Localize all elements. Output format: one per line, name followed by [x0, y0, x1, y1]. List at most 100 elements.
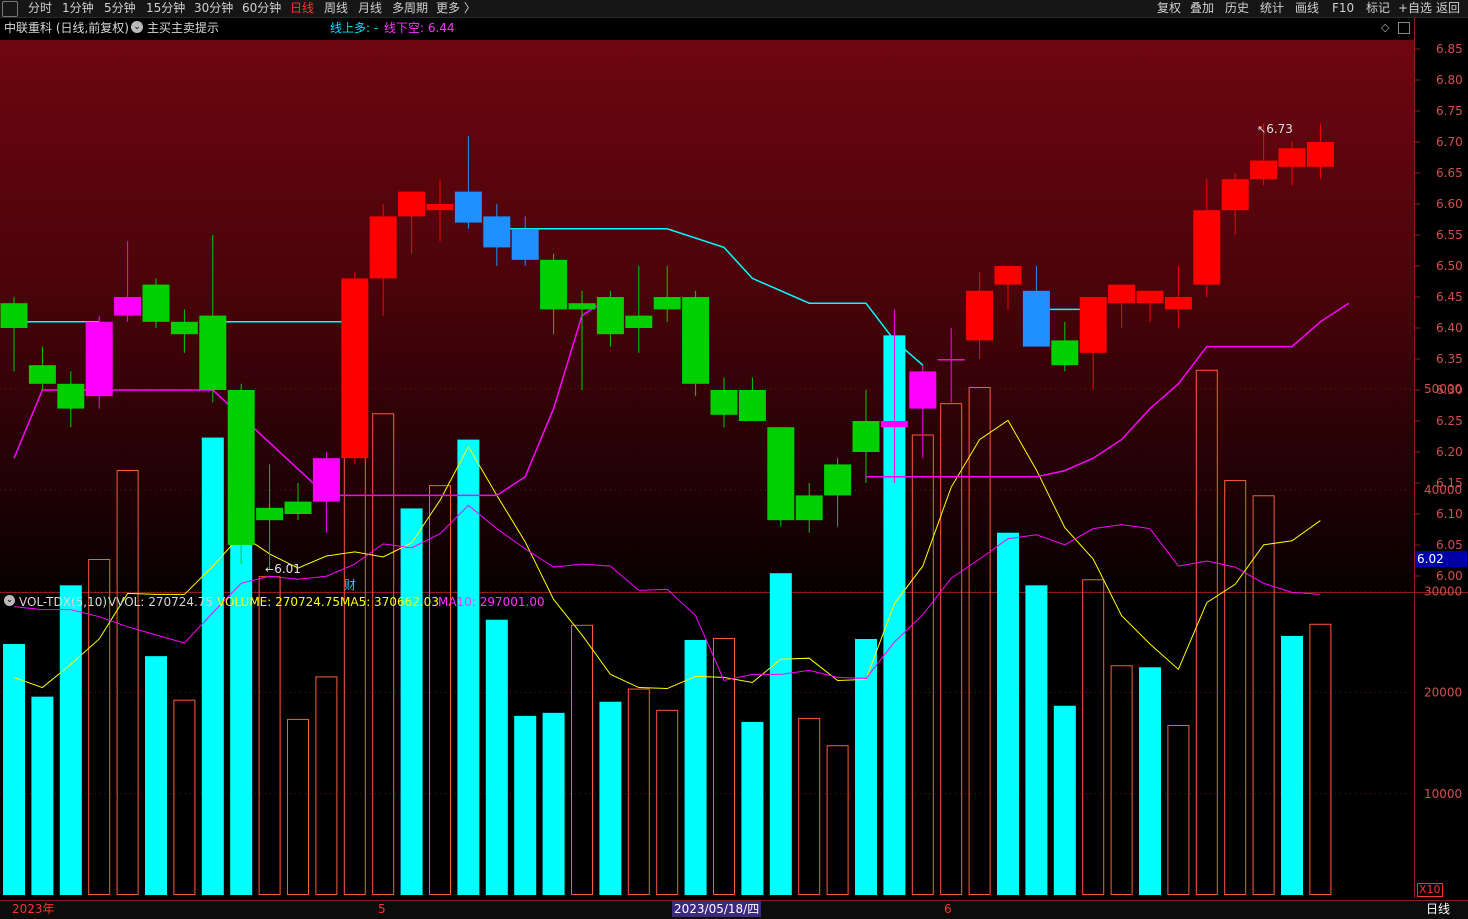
volume-bar	[911, 434, 934, 895]
candle-body	[909, 371, 937, 409]
period-label[interactable]: 日线	[1426, 901, 1450, 917]
volume-bar	[656, 709, 679, 896]
volume-tick-label: 10000	[1424, 787, 1462, 801]
volume-tick-label: 20000	[1424, 686, 1462, 700]
candle-body	[824, 464, 852, 496]
price-tick-label: 6.55	[1436, 228, 1463, 242]
volume-bar	[627, 688, 650, 895]
candle-body	[511, 228, 539, 260]
candle-body	[1051, 340, 1079, 366]
volume-bar	[968, 386, 991, 895]
candle-body	[625, 315, 653, 328]
volume-toggle-icon[interactable]: ⌄	[4, 595, 15, 606]
volume-bar	[514, 715, 537, 895]
volume-bar	[400, 508, 423, 895]
candle-body	[114, 297, 142, 316]
indicator-label[interactable]: 主买主卖提示	[147, 20, 219, 36]
candle-body	[1278, 148, 1306, 167]
volume-bar	[3, 644, 25, 895]
candle-body	[880, 421, 908, 428]
volume-bar	[855, 638, 877, 895]
candle-body	[199, 315, 227, 390]
volume-indicator-name[interactable]: VOL-TDX(5,10)	[19, 594, 107, 610]
candle-body	[1164, 297, 1192, 310]
high-price-label: ↖6.73	[1257, 122, 1293, 136]
candle-body	[341, 278, 369, 459]
price-tick-label: 6.45	[1436, 290, 1463, 304]
candle-body	[540, 259, 568, 310]
volume-bar	[1025, 585, 1048, 895]
candle-body	[653, 297, 681, 310]
volume-bar	[201, 437, 224, 895]
collapse-panel-icon[interactable]: ◇	[1381, 20, 1389, 36]
volume-bar	[769, 573, 792, 895]
volume-bar	[826, 745, 849, 895]
volume-bar	[1195, 369, 1218, 896]
candle-body	[170, 321, 198, 335]
candle-body	[483, 216, 511, 248]
low-price-label: ←6.01	[265, 562, 301, 576]
volume-value: VOLUME: 270724.75	[217, 595, 340, 609]
line-down-label: 线下空: 6.44	[384, 21, 455, 35]
volume-bar	[457, 439, 480, 895]
finance-marker[interactable]: 财	[344, 577, 356, 593]
volume-tick-label: 50000	[1424, 382, 1462, 396]
candle-body	[454, 191, 482, 223]
volume-bar	[1110, 665, 1133, 895]
volume-bar	[315, 676, 338, 896]
candle-body	[227, 390, 255, 545]
price-tick-label: 6.10	[1436, 507, 1463, 521]
axis-month-may: 5	[378, 902, 386, 916]
price-tick-label: 6.60	[1436, 197, 1463, 211]
price-tick-label: 6.35	[1436, 352, 1463, 366]
price-volume-chart[interactable]: 6.85 6.80 6.75 6.70 6.65 6.60 6.55 6.50 6.45 6.40…	[0, 0, 1468, 918]
panel-settings-icon[interactable]	[1398, 22, 1410, 34]
candle-body	[142, 284, 170, 322]
volume-bar	[59, 585, 82, 895]
candle-body	[852, 421, 880, 452]
volume-bar	[798, 717, 821, 896]
volume-bar	[1139, 667, 1161, 895]
candle-body	[256, 507, 284, 521]
current-price-tag: 6.02	[1415, 551, 1467, 567]
candle-body	[312, 458, 340, 502]
volume-bar	[1167, 724, 1190, 896]
volume-bar	[542, 712, 565, 895]
volume-bar	[287, 718, 309, 895]
candle-body	[57, 383, 85, 409]
volume-multiplier: X10	[1417, 883, 1443, 897]
volume-bar	[145, 656, 167, 895]
ma10-value: MA10: 297001.00	[438, 595, 545, 609]
candle-body	[0, 303, 28, 328]
candle-body	[1250, 160, 1278, 180]
price-tick-label: 6.85	[1436, 42, 1463, 56]
indicator-toggle-icon[interactable]: ⌄	[131, 21, 143, 33]
candle-body	[1079, 297, 1107, 353]
axis-month-jun: 6	[944, 902, 952, 916]
line-up-label: 线上多: -	[330, 21, 379, 35]
volume-bar	[429, 485, 451, 895]
candle-body	[1022, 290, 1050, 347]
volume-bar	[1309, 623, 1332, 895]
candle-body	[1306, 142, 1334, 167]
volume-bar	[997, 532, 1019, 895]
volume-bar	[173, 699, 196, 896]
candle-body	[596, 297, 624, 335]
cursor-date-label: 2023/05/18/四	[672, 901, 762, 917]
volume-bar	[1281, 635, 1303, 895]
candle-body	[1221, 179, 1249, 211]
volume-bar	[372, 413, 395, 895]
price-tick-label: 6.80	[1436, 73, 1463, 87]
price-tick-label: 6.00	[1436, 569, 1463, 583]
candle-body	[1193, 210, 1221, 285]
candle-body	[738, 390, 766, 421]
volume-bar	[1224, 480, 1247, 895]
volume-bar	[116, 469, 139, 895]
volume-bar	[31, 696, 54, 895]
volume-bar	[1082, 579, 1105, 895]
volume-bar	[1053, 705, 1076, 895]
candle-body	[398, 191, 426, 217]
price-tick-label: 6.05	[1436, 538, 1463, 552]
candle-body	[369, 216, 397, 279]
date-axis: 2023年 5 2023/05/18/四 6 日线	[0, 900, 1468, 919]
